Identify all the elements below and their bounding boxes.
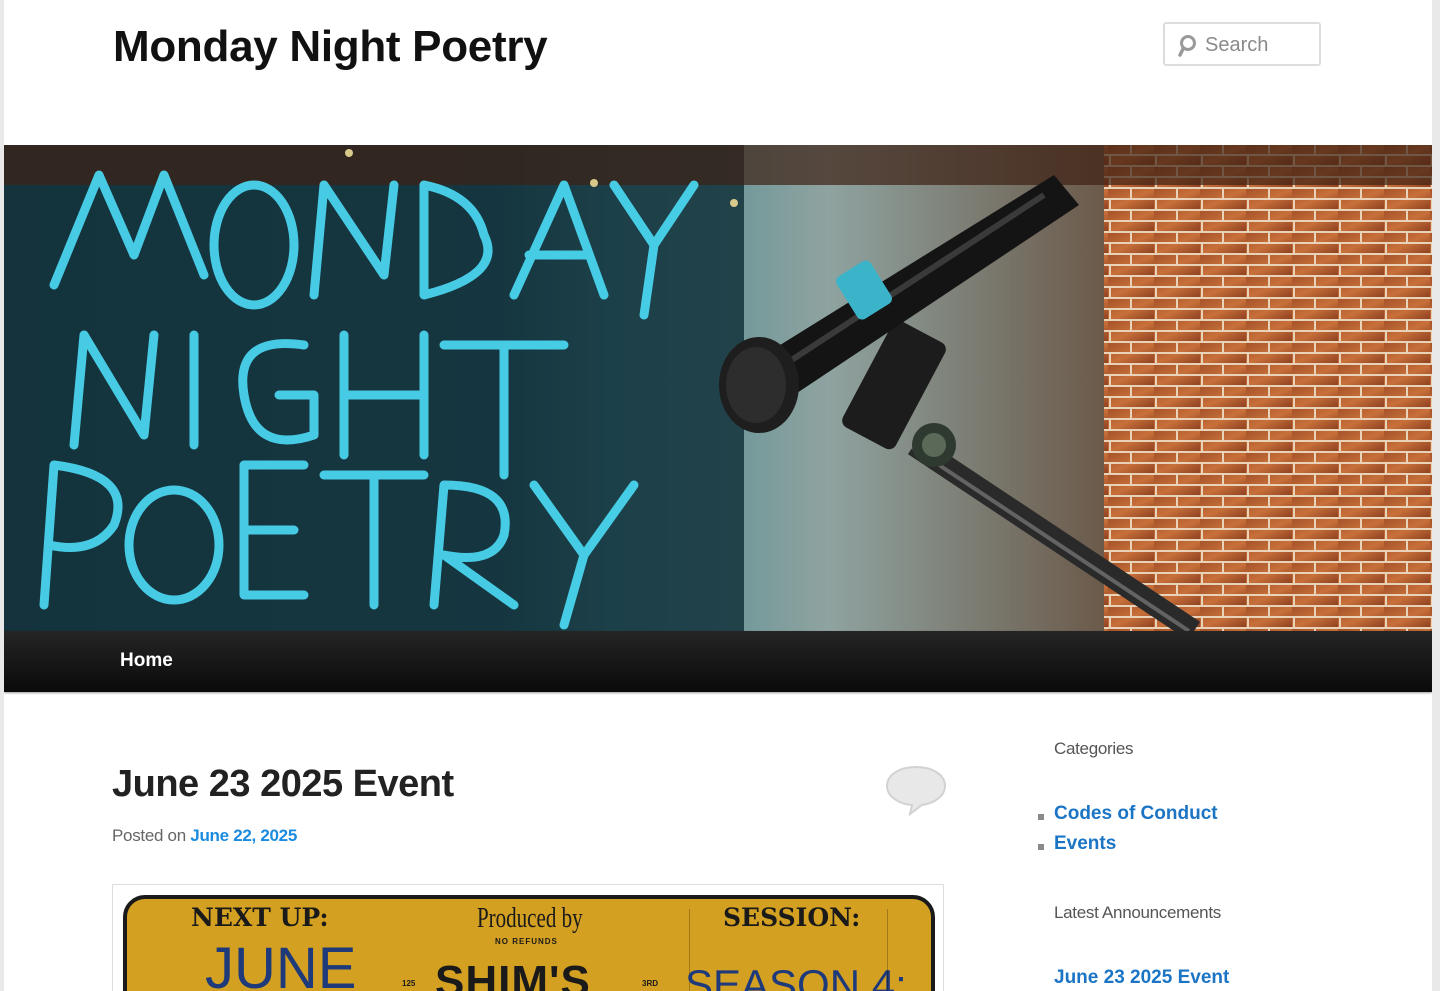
comment-bubble-icon[interactable]	[884, 764, 948, 821]
search-input[interactable]	[1203, 30, 1319, 60]
poster-month: JUNE	[205, 936, 357, 991]
page: Monday Night Poetry Search Home June 23 …	[4, 0, 1432, 991]
header-banner-image	[4, 145, 1432, 631]
category-link-codes-of-conduct[interactable]: Codes of Conduct	[1054, 803, 1218, 825]
bullet-icon	[1038, 814, 1044, 820]
category-link-events[interactable]: Events	[1054, 833, 1116, 855]
post-title[interactable]: June 23 2025 Event	[112, 763, 454, 806]
nav-item-home[interactable]: Home	[120, 650, 173, 672]
search-icon	[1177, 35, 1197, 62]
bullet-icon	[1038, 844, 1044, 850]
poster-small-right: 3RD	[642, 979, 659, 988]
poster-produced-by: Produced by	[477, 903, 583, 934]
poster-no-refunds: NO REFUNDS	[495, 937, 558, 946]
poster-next-up: NEXT UP:	[191, 903, 329, 932]
main-navigation: Home	[4, 631, 1432, 692]
post-date-link[interactable]: June 22, 2025	[190, 826, 297, 845]
posted-on-label: Posted on	[112, 826, 186, 845]
poster-small-left: 125	[402, 979, 416, 988]
announcement-link[interactable]: June 23 2025 Event	[1054, 967, 1229, 989]
poster-session: SESSION:	[723, 903, 861, 932]
announcements-widget-title: Latest Announcements	[1054, 903, 1221, 922]
event-poster-image[interactable]: NEXT UP: JUNE Produced by NO REFUNDS 125…	[123, 895, 935, 991]
featured-image-frame: NEXT UP: JUNE Produced by NO REFUNDS 125…	[112, 884, 944, 991]
poster-venue: SHIM'S	[435, 957, 591, 991]
categories-widget-title: Categories	[1054, 739, 1134, 758]
poster-season: SEASON 4:	[685, 961, 907, 991]
search-box[interactable]	[1163, 22, 1321, 66]
post-meta: Posted on June 22, 2025	[112, 826, 297, 846]
site-title[interactable]: Monday Night Poetry	[113, 22, 548, 72]
poster-divider	[887, 909, 888, 991]
